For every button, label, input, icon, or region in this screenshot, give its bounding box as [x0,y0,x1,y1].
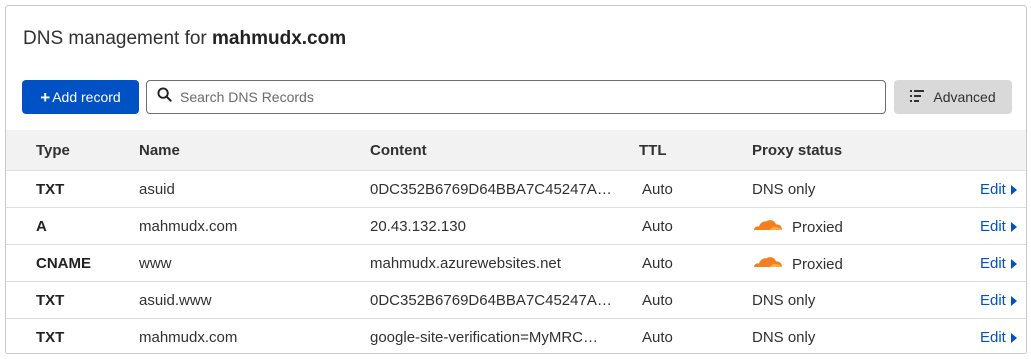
caret-right-icon [1010,332,1017,343]
record-name: asuid.www [139,292,212,309]
filter-list-icon [910,89,933,105]
table-row: CNAME www mahmudx.azurewebsites.net Auto Pro… [6,245,1026,282]
record-name: asuid [139,181,175,198]
column-header-proxy-status: Proxy status [752,142,843,159]
table-header: Type Name Content TTL Proxy status [6,130,1026,171]
cloud-icon [752,255,792,273]
record-type: A [36,218,47,235]
record-ttl: Auto [642,218,673,235]
column-header-ttl: TTL [639,142,667,159]
record-type: CNAME [36,255,91,272]
page-title: DNS management for mahmudx.com [23,28,346,50]
proxy-status: Proxied [752,218,843,236]
advanced-label: Advanced [933,89,996,105]
record-content: 0DC352B6769D64BBA7C45247A8… [370,292,620,309]
column-header-type: Type [36,142,70,159]
edit-record-link[interactable]: Edit [980,329,1017,346]
edit-record-link[interactable]: Edit [980,255,1017,272]
proxy-status: Proxied [752,255,843,273]
page-title-prefix: DNS management for [23,28,213,49]
proxy-status: DNS only [752,329,816,346]
record-content: 20.43.132.130 [370,218,466,235]
table-row: TXT asuid 0DC352B6769D64BBA7C45247A8… Auto D… [6,171,1026,208]
record-name: mahmudx.com [139,329,238,346]
cloud-icon [752,218,792,236]
edit-label: Edit [980,292,1006,309]
record-ttl: Auto [642,292,673,309]
proxy-status-label: Proxied [792,255,843,273]
edit-label: Edit [980,218,1006,235]
record-type: TXT [36,181,65,198]
proxy-status: DNS only [752,181,816,198]
edit-label: Edit [980,255,1006,272]
search-field[interactable] [146,80,886,114]
add-record-label: Add record [52,89,121,105]
record-ttl: Auto [642,255,673,272]
page-title-domain: mahmudx.com [212,28,347,49]
advanced-button[interactable]: Advanced [894,80,1012,114]
column-header-content: Content [370,142,427,159]
caret-right-icon [1010,184,1017,195]
add-record-button[interactable]: + Add record [22,80,139,114]
dns-management-panel: DNS management for mahmudx.com + Add rec… [5,5,1027,354]
proxy-status-label: Proxied [792,218,843,236]
edit-record-link[interactable]: Edit [980,218,1017,235]
caret-right-icon [1010,295,1017,306]
column-header-name: Name [139,142,180,159]
edit-label: Edit [980,329,1006,346]
record-ttl: Auto [642,329,673,346]
caret-right-icon [1010,258,1017,269]
record-content: google-site-verification=MyMRC… [370,329,598,346]
table-row: Amahmudx.com 20.43.132.130 Auto Proxied Edit [6,208,1026,245]
record-type: TXT [36,329,65,346]
proxy-status: DNS only [752,292,816,309]
plus-icon: + [40,87,51,107]
record-type: TXT [36,292,65,309]
caret-right-icon [1010,221,1017,232]
record-name: mahmudx.com [139,218,238,235]
table-row: TXT asuid.www 0DC352B6769D64BBA7C45247A8… A… [6,282,1026,319]
record-content: 0DC352B6769D64BBA7C45247A8… [370,181,620,198]
edit-record-link[interactable]: Edit [980,292,1017,309]
edit-record-link[interactable]: Edit [980,181,1017,198]
table-row: TXT mahmudx.com google-site-verification=M… [6,319,1026,353]
record-ttl: Auto [642,181,673,198]
search-icon [157,87,172,107]
record-name: www [139,255,172,272]
search-input[interactable] [178,88,862,106]
edit-label: Edit [980,181,1006,198]
record-content: mahmudx.azurewebsites.net [370,255,561,272]
